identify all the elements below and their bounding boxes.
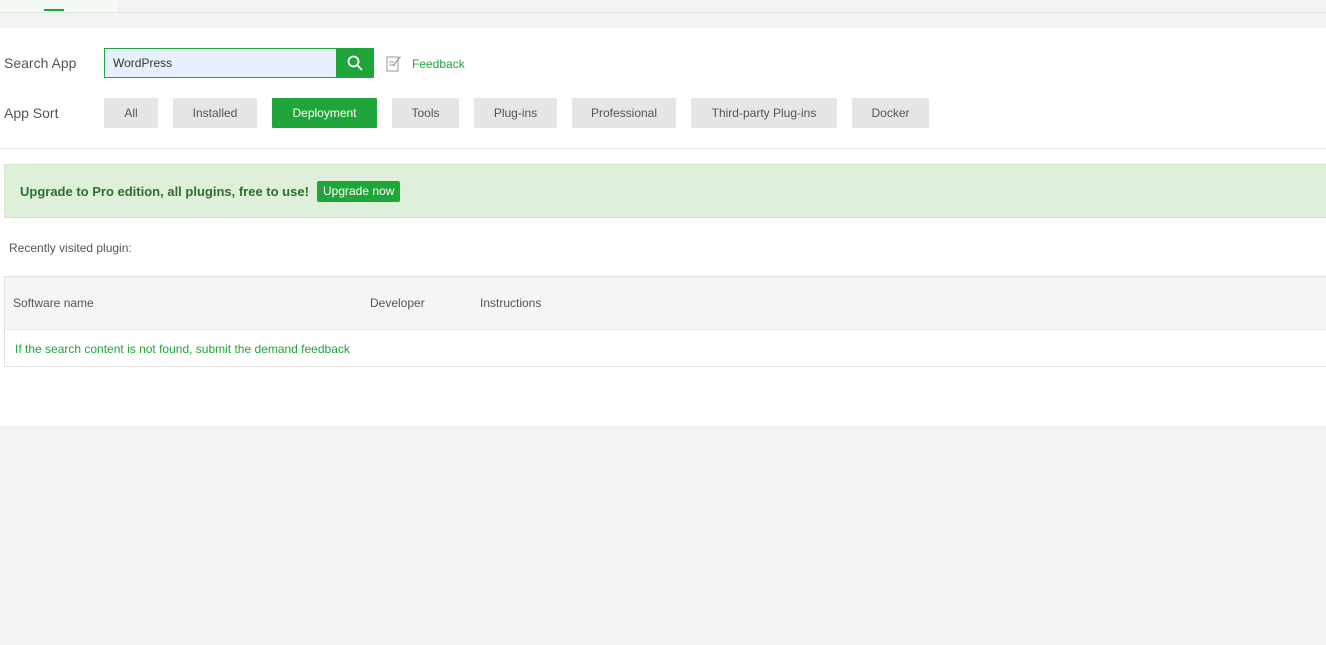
software-table: Software name Developer Instructions If … — [4, 276, 1326, 367]
upgrade-banner: Upgrade to Pro edition, all plugins, fre… — [4, 164, 1326, 218]
column-developer: Developer — [370, 296, 425, 310]
feedback-link[interactable]: Feedback — [386, 55, 465, 72]
upgrade-message: Upgrade to Pro edition, all plugins, fre… — [20, 184, 309, 199]
recently-visited-label: Recently visited plugin: — [9, 241, 132, 255]
sort-docker-button[interactable]: Docker — [852, 98, 929, 128]
sort-professional-button[interactable]: Professional — [572, 98, 676, 128]
search-input[interactable]: WordPress — [104, 48, 336, 78]
search-icon — [347, 55, 363, 71]
sort-plugins-button[interactable]: Plug-ins — [474, 98, 557, 128]
edit-note-icon — [386, 56, 401, 72]
sort-deployment-button[interactable]: Deployment — [272, 98, 377, 128]
sort-third-party-button[interactable]: Third-party Plug-ins — [691, 98, 837, 128]
search-label: Search App — [4, 55, 77, 71]
table-header: Software name Developer Instructions — [5, 277, 1326, 330]
top-tab-bar — [0, 0, 1326, 13]
feedback-label: Feedback — [412, 56, 465, 71]
sort-installed-button[interactable]: Installed — [173, 98, 257, 128]
sort-tools-button[interactable]: Tools — [392, 98, 459, 128]
search-button[interactable] — [336, 48, 374, 78]
active-tab-indicator — [44, 9, 64, 11]
section-divider — [0, 148, 1326, 149]
column-software-name: Software name — [13, 296, 94, 310]
active-tab[interactable] — [0, 0, 118, 12]
sort-label: App Sort — [4, 105, 59, 121]
demand-feedback-link[interactable]: If the search content is not found, subm… — [15, 342, 350, 356]
sort-all-button[interactable]: All — [104, 98, 158, 128]
column-instructions: Instructions — [480, 296, 542, 310]
upgrade-now-button[interactable]: Upgrade now — [317, 181, 401, 202]
app-store-panel: Search App WordPress Feedback App Sort A… — [0, 28, 1326, 426]
